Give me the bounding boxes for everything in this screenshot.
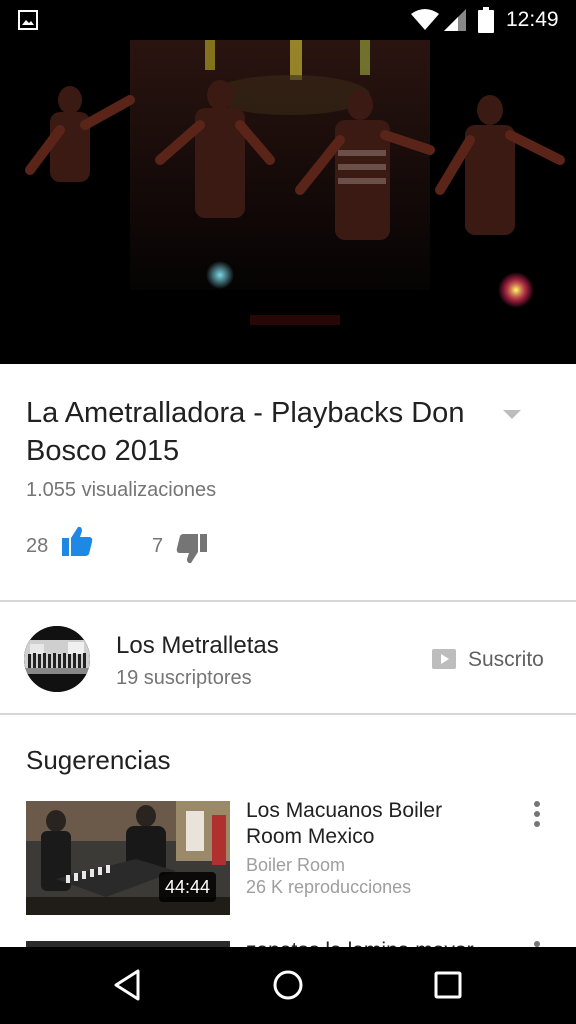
- back-icon: [114, 969, 140, 1001]
- video-frame: [0, 40, 576, 364]
- thumbs-up-icon[interactable]: [60, 524, 94, 558]
- home-icon: [273, 970, 303, 1000]
- signal-icon: [444, 9, 466, 31]
- video-player[interactable]: [0, 40, 576, 364]
- recents-icon: [434, 971, 462, 999]
- channel-name[interactable]: Los Metralletas: [116, 632, 279, 660]
- home-button[interactable]: [268, 965, 308, 1005]
- back-button[interactable]: [108, 965, 148, 1005]
- more-options-icon[interactable]: [530, 800, 544, 828]
- suggestion-channel: Boiler Room: [246, 855, 346, 875]
- suggestion-title[interactable]: Los Macuanos Boiler Room Mexico: [246, 798, 496, 850]
- suggestions-heading: Sugerencias: [26, 745, 171, 775]
- view-count: 1.055 visualizaciones: [26, 479, 217, 501]
- status-bar: 12:49: [0, 0, 576, 40]
- wifi-icon: [411, 9, 439, 30]
- channel-subscriber-count: 19 suscriptores: [116, 667, 252, 689]
- divider: [0, 600, 576, 602]
- avatar-image: [24, 626, 90, 692]
- status-clock: 12:49: [506, 8, 559, 31]
- suggestion-thumbnail[interactable]: 44:44: [26, 801, 230, 915]
- expand-description-icon[interactable]: [503, 408, 521, 420]
- video-title: La Ametralladora - Playbacks Don Bosco 2…: [26, 397, 465, 467]
- channel-avatar[interactable]: [24, 626, 90, 692]
- dislike-count: 7: [152, 535, 164, 557]
- like-count: 28: [26, 535, 49, 557]
- youtube-play-icon: [432, 649, 456, 669]
- thumbs-down-icon[interactable]: [175, 532, 209, 566]
- subscribe-label: Suscrito: [468, 648, 544, 671]
- image-icon: [18, 10, 38, 30]
- video-duration: 44:44: [158, 872, 216, 902]
- divider: [0, 713, 576, 715]
- suggestion-views: 26 K reproducciones: [246, 877, 412, 897]
- recents-button[interactable]: [428, 965, 468, 1005]
- navigation-bar: [0, 947, 576, 1024]
- battery-icon: [478, 7, 494, 33]
- subscribe-button[interactable]: Suscrito: [430, 644, 556, 676]
